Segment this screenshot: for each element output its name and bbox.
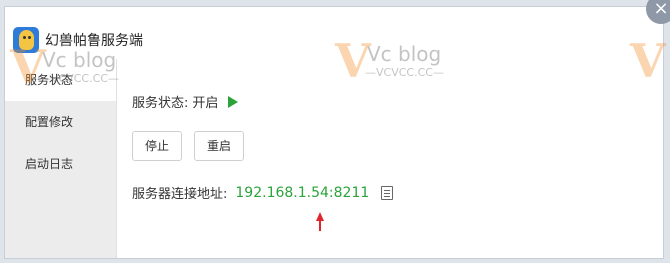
address-value: 192.168.1.54:8211 — [235, 184, 370, 201]
main-content: 服务状态: 开启 停止 重启 服务器连接地址: 192.168.1.54:821… — [116, 59, 663, 258]
service-status-value: 开启 — [192, 96, 219, 111]
stop-button[interactable]: 停止 — [132, 131, 183, 161]
sidebar: 服务状态 配置修改 启动日志 — [5, 59, 117, 258]
app-logo-icon — [13, 27, 39, 53]
play-icon[interactable] — [228, 95, 239, 108]
sidebar-item-config[interactable]: 配置修改 — [5, 101, 116, 143]
restart-button[interactable]: 重启 — [194, 131, 245, 161]
app-window: 幻兽帕鲁服务端 服务状态 配置修改 启动日志 服务状态: 开启 停止 重启 服务… — [4, 6, 664, 259]
sidebar-item-startup-log[interactable]: 启动日志 — [5, 143, 116, 185]
sidebar-item-service-status[interactable]: 服务状态 — [5, 59, 116, 101]
copy-icon[interactable] — [381, 185, 394, 200]
window-title: 幻兽帕鲁服务端 — [45, 33, 143, 49]
service-status-label: 服务状态: — [132, 96, 189, 111]
service-status-row: 服务状态: 开启 — [132, 92, 239, 111]
address-row: 服务器连接地址: 192.168.1.54:8211 — [132, 183, 394, 202]
title-bar: 幻兽帕鲁服务端 — [5, 7, 663, 59]
address-label: 服务器连接地址: — [132, 187, 228, 202]
